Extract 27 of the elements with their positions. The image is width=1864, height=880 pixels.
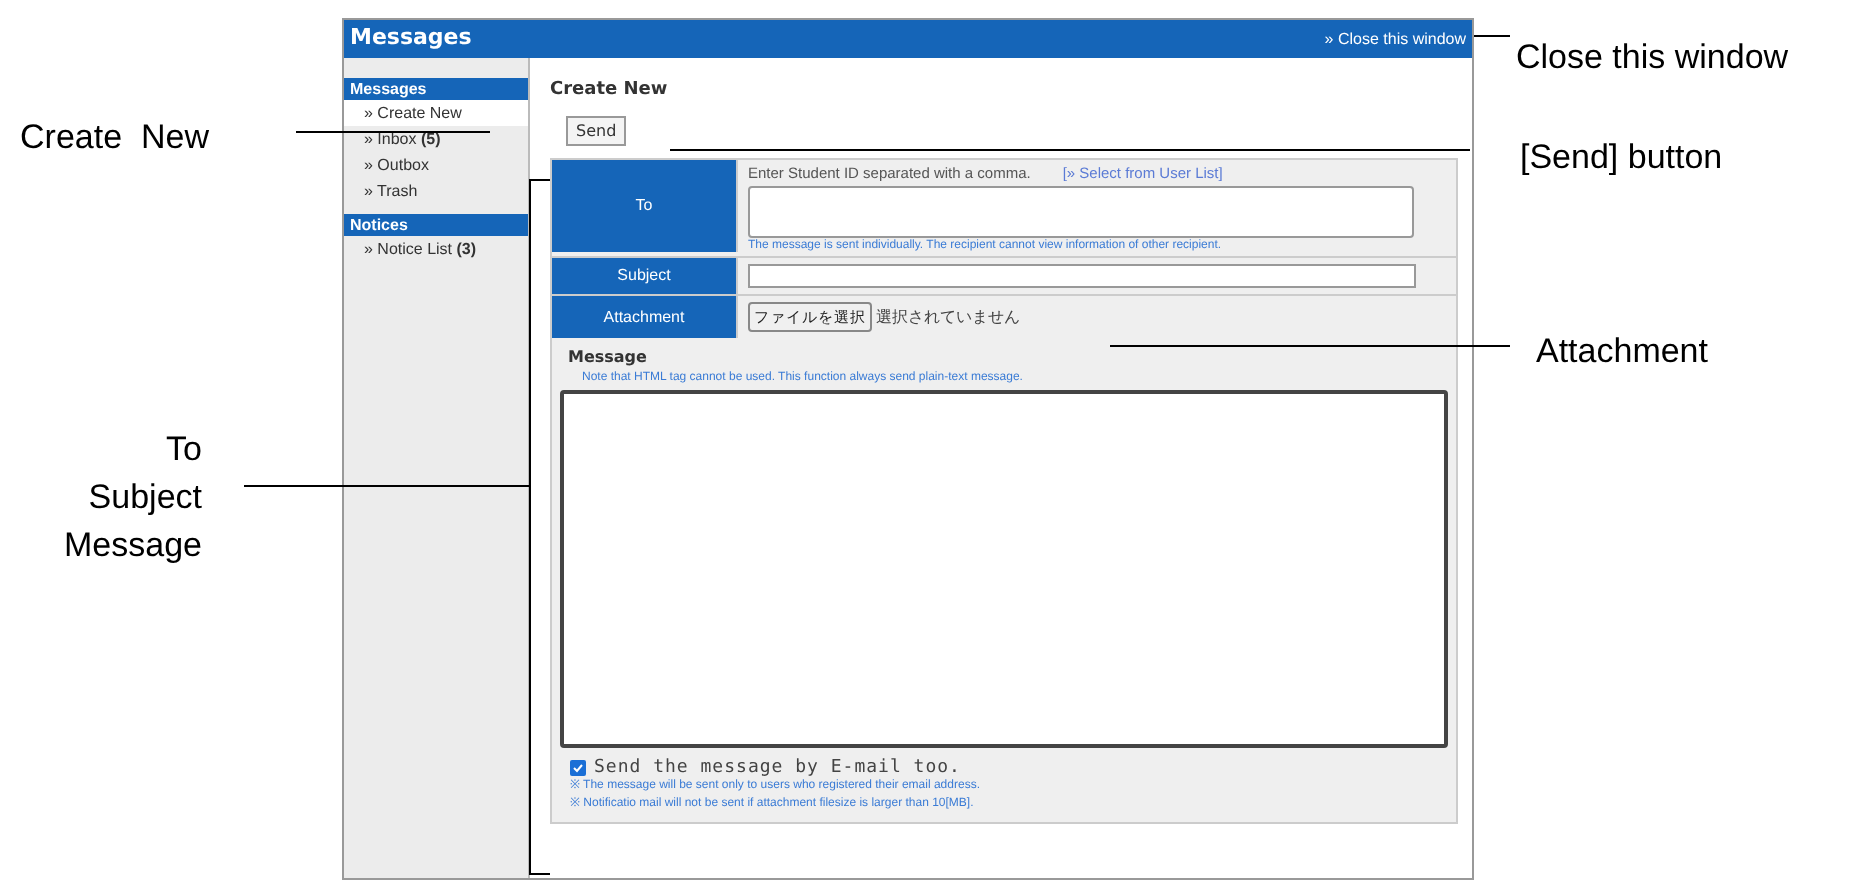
subject-field[interactable] [748, 264, 1416, 289]
field-label: To [552, 160, 738, 252]
callout-label: To Subject Message [64, 428, 202, 568]
email-checkbox[interactable] [570, 760, 586, 777]
checkbox-label: Send the message by E-mail too. [594, 758, 961, 779]
window-title: Messages [350, 22, 472, 55]
sidebar-item[interactable]: » Create New [344, 100, 528, 126]
sidebar-item[interactable]: » Notice List (3) [344, 236, 528, 262]
sidebar-section-title: Messages [344, 78, 528, 100]
recipient-field[interactable] [748, 186, 1414, 239]
leader-line [1473, 35, 1511, 37]
callout-label: [Send] button [1520, 136, 1723, 180]
close-link[interactable]: » Close this window [1324, 27, 1466, 51]
callout-label: Create New [20, 116, 209, 160]
field-label: Attachment [552, 296, 738, 339]
sidebar-section-title: Notices [344, 214, 528, 236]
sidebar-item[interactable]: » Outbox [344, 152, 528, 178]
section-label: Message [566, 348, 649, 369]
message-field[interactable] [560, 390, 1448, 749]
page-heading: Create New [550, 78, 670, 104]
field-label: Subject [552, 258, 738, 295]
callout-label: Close this window [1516, 36, 1789, 80]
callout-label: Attachment [1536, 330, 1708, 374]
sidebar-item[interactable]: » Trash [344, 178, 528, 204]
send-button[interactable]: Send [566, 116, 627, 146]
sidebar-item[interactable]: » Inbox (5) [344, 126, 528, 152]
file-status: 選択されていません [876, 305, 1020, 330]
